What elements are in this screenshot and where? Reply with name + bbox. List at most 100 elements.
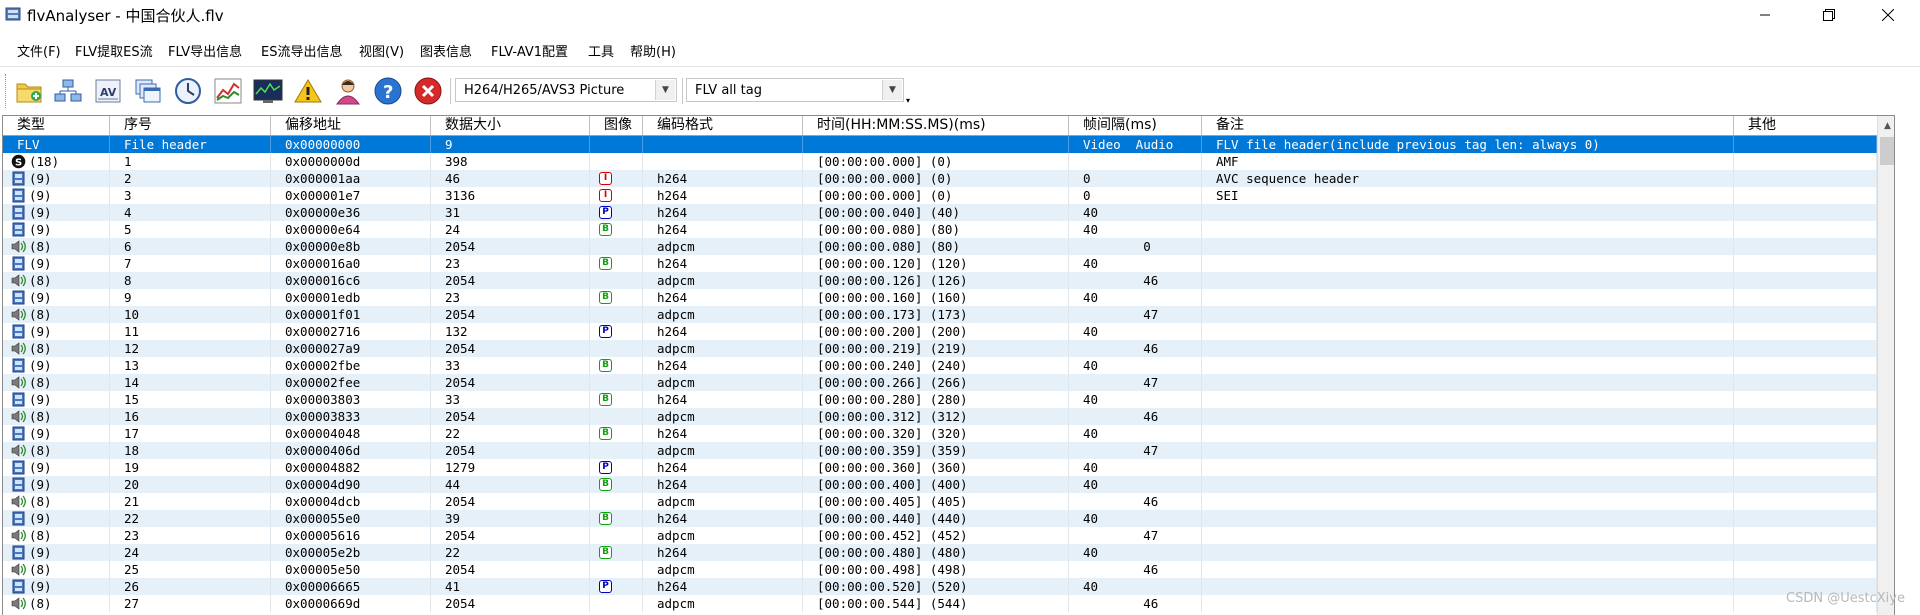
line-chart-button[interactable]: [212, 75, 244, 107]
vertical-scrollbar[interactable]: ▲: [1877, 116, 1894, 615]
cell-frame: B: [590, 476, 643, 493]
col-type[interactable]: 类型: [3, 116, 110, 135]
table-row[interactable]: FLV File header 0x00000000 9 Video Audio FLV …: [3, 136, 1894, 153]
menu-flv-av1-config[interactable]: FLV-AV1配置: [491, 41, 568, 60]
table-row[interactable]: (9) 3 0x000001e7 3136 Ih264 [00:00:00.000] (0…: [3, 187, 1894, 204]
clock-button[interactable]: [172, 75, 204, 107]
menu-tools[interactable]: 工具: [588, 41, 614, 60]
network-button[interactable]: [52, 75, 84, 107]
menu-file[interactable]: 文件(F): [17, 41, 61, 60]
cell-note: [1202, 289, 1734, 306]
table-row[interactable]: (9) 24 0x00005e2b 22 Bh264 [00:00:00.480] (48…: [3, 544, 1894, 561]
cell-offset: 0x00000e64: [271, 221, 431, 238]
table-row[interactable]: (8) 12 0x000027a9 2054 adpcm [00:00:00.219] (…: [3, 340, 1894, 357]
cell-other: [1734, 289, 1877, 306]
cell-note: [1202, 357, 1734, 374]
user-button[interactable]: [332, 75, 364, 107]
cell-time: [00:00:00.544] (544): [803, 595, 1069, 612]
scroll-up-icon[interactable]: ▲: [1878, 116, 1894, 135]
close-button[interactable]: [1865, 0, 1911, 30]
menu-help[interactable]: 帮助(H): [630, 41, 676, 60]
table-row[interactable]: (9) 11 0x00002716 132 Ph264 [00:00:00.200] (2…: [3, 323, 1894, 340]
cell-type: (9): [3, 510, 110, 527]
cell-offset: 0x000001e7: [271, 187, 431, 204]
cell-note: [1202, 306, 1734, 323]
warning-button[interactable]: [292, 75, 324, 107]
table-row[interactable]: (8) 14 0x00002fee 2054 adpcm [00:00:00.266] (…: [3, 374, 1894, 391]
table-row[interactable]: (9) 26 0x00006665 41 Ph264 [00:00:00.520] (52…: [3, 578, 1894, 595]
title-bar: flvAnalyser - 中国合伙人.flv: [0, 0, 1920, 30]
cell-interval: 47: [1069, 442, 1202, 459]
cell-frame: [590, 238, 643, 255]
col-note[interactable]: 备注: [1202, 116, 1734, 135]
table-row[interactable]: S (18) 1 0x0000000d 398 [00:00:00.000] (0) AMF: [3, 153, 1894, 170]
cell-other: [1734, 544, 1877, 561]
table-row[interactable]: (8) 21 0x00004dcb 2054 adpcm [00:00:00.405] (…: [3, 493, 1894, 510]
table-row[interactable]: (9) 20 0x00004d90 44 Bh264 [00:00:00.400] (40…: [3, 476, 1894, 493]
table-row[interactable]: (9) 17 0x00004048 22 Bh264 [00:00:00.320] (32…: [3, 425, 1894, 442]
table-row[interactable]: (8) 25 0x00005e50 2054 adpcm [00:00:00.498] (…: [3, 561, 1894, 578]
tag-type-code: (9): [29, 392, 52, 407]
table-row[interactable]: (9) 5 0x00000e64 24 Bh264 [00:00:00.080] (80)…: [3, 221, 1894, 238]
tag-filter-select[interactable]: FLV all tag ▼: [686, 78, 904, 102]
col-interval[interactable]: 帧间隔(ms): [1069, 116, 1202, 135]
cell-interval: 46: [1069, 340, 1202, 357]
chevron-down-icon[interactable]: ▼: [655, 80, 675, 100]
table-row[interactable]: (8) 18 0x0000406d 2054 adpcm [00:00:00.359] (…: [3, 442, 1894, 459]
cell-size: 31: [431, 204, 590, 221]
cell-other: [1734, 238, 1877, 255]
chevron-down-icon[interactable]: ▼: [882, 80, 902, 100]
table-row[interactable]: (9) 13 0x00002fbe 33 Bh264 [00:00:00.240] (24…: [3, 357, 1894, 374]
toolbar-separator-2: [682, 78, 683, 104]
cell-time: [00:00:00.520] (520): [803, 578, 1069, 595]
col-frame[interactable]: 图像: [590, 116, 643, 135]
table-row[interactable]: (9) 7 0x000016a0 23 Bh264 [00:00:00.120] (120…: [3, 255, 1894, 272]
col-size[interactable]: 数据大小: [431, 116, 590, 135]
tag-type-code: (8): [29, 528, 52, 543]
minimize-button[interactable]: [1742, 0, 1788, 30]
menu-flv-export[interactable]: FLV导出信息: [168, 41, 242, 60]
table-row[interactable]: (8) 6 0x00000e8b 2054 adpcm [00:00:00.080] (8…: [3, 238, 1894, 255]
cell-type: (9): [3, 323, 110, 340]
menu-es-export[interactable]: ES流导出信息: [261, 41, 342, 60]
cell-codec: h264: [643, 425, 803, 442]
open-file-button[interactable]: [13, 75, 45, 107]
cell-size: 2054: [431, 408, 590, 425]
table-row[interactable]: (9) 2 0x000001aa 46 Ih264 [00:00:00.000] (0) 0…: [3, 170, 1894, 187]
toolbar-overflow-icon[interactable]: ▾: [906, 96, 910, 105]
col-other[interactable]: 其他: [1734, 116, 1877, 135]
cell-interval: 46: [1069, 408, 1202, 425]
menu-chart-info[interactable]: 图表信息: [420, 41, 472, 60]
cell-offset: 0x00001edb: [271, 289, 431, 306]
table-row[interactable]: (9) 22 0x000055e0 39 Bh264 [00:00:00.440] (44…: [3, 510, 1894, 527]
table-row[interactable]: (8) 8 0x000016c6 2054 adpcm [00:00:00.126] (1…: [3, 272, 1894, 289]
cell-interval: 47: [1069, 306, 1202, 323]
table-row[interactable]: (8) 27 0x0000669d 2054 adpcm [00:00:00.544] (…: [3, 595, 1894, 612]
table-row[interactable]: (8) 10 0x00001f01 2054 adpcm [00:00:00.173] (…: [3, 306, 1894, 323]
menu-view[interactable]: 视图(V): [359, 41, 404, 60]
scroll-thumb[interactable]: [1880, 137, 1894, 165]
menu-flv-extract-es[interactable]: FLV提取ES流: [75, 41, 153, 60]
table-row[interactable]: (8) 16 0x00003833 2054 adpcm [00:00:00.312] (…: [3, 408, 1894, 425]
col-codec[interactable]: 编码格式: [643, 116, 803, 135]
col-offset[interactable]: 偏移地址: [271, 116, 431, 135]
table-row[interactable]: (9) 4 0x00000e36 31 Ph264 [00:00:00.040] (40)…: [3, 204, 1894, 221]
windows-button[interactable]: [132, 75, 164, 107]
col-seq[interactable]: 序号: [110, 116, 271, 135]
cell-time: [00:00:00.400] (400): [803, 476, 1069, 493]
cell-offset: 0x000016c6: [271, 272, 431, 289]
table-row[interactable]: (8) 23 0x00005616 2054 adpcm [00:00:00.452] (…: [3, 527, 1894, 544]
table-row[interactable]: (9) 9 0x00001edb 23 Bh264 [00:00:00.160] (160…: [3, 289, 1894, 306]
col-time[interactable]: 时间(HH:MM:SS.MS)(ms): [803, 116, 1069, 135]
table-row[interactable]: (9) 15 0x00003803 33 Bh264 [00:00:00.280] (28…: [3, 391, 1894, 408]
stop-button[interactable]: [412, 75, 444, 107]
picture-type-select[interactable]: H264/H265/AVS3 Picture ▼: [455, 78, 677, 102]
restore-button[interactable]: [1806, 0, 1852, 30]
cell-frame: B: [590, 289, 643, 306]
help-button[interactable]: ?: [372, 75, 404, 107]
av-button[interactable]: AV: [92, 75, 124, 107]
monitor-button[interactable]: [252, 75, 284, 107]
table-row[interactable]: (9) 19 0x00004882 1279 Ph264 [00:00:00.360] (…: [3, 459, 1894, 476]
toolbar-grip[interactable]: [5, 74, 9, 108]
cell-codec: adpcm: [643, 408, 803, 425]
